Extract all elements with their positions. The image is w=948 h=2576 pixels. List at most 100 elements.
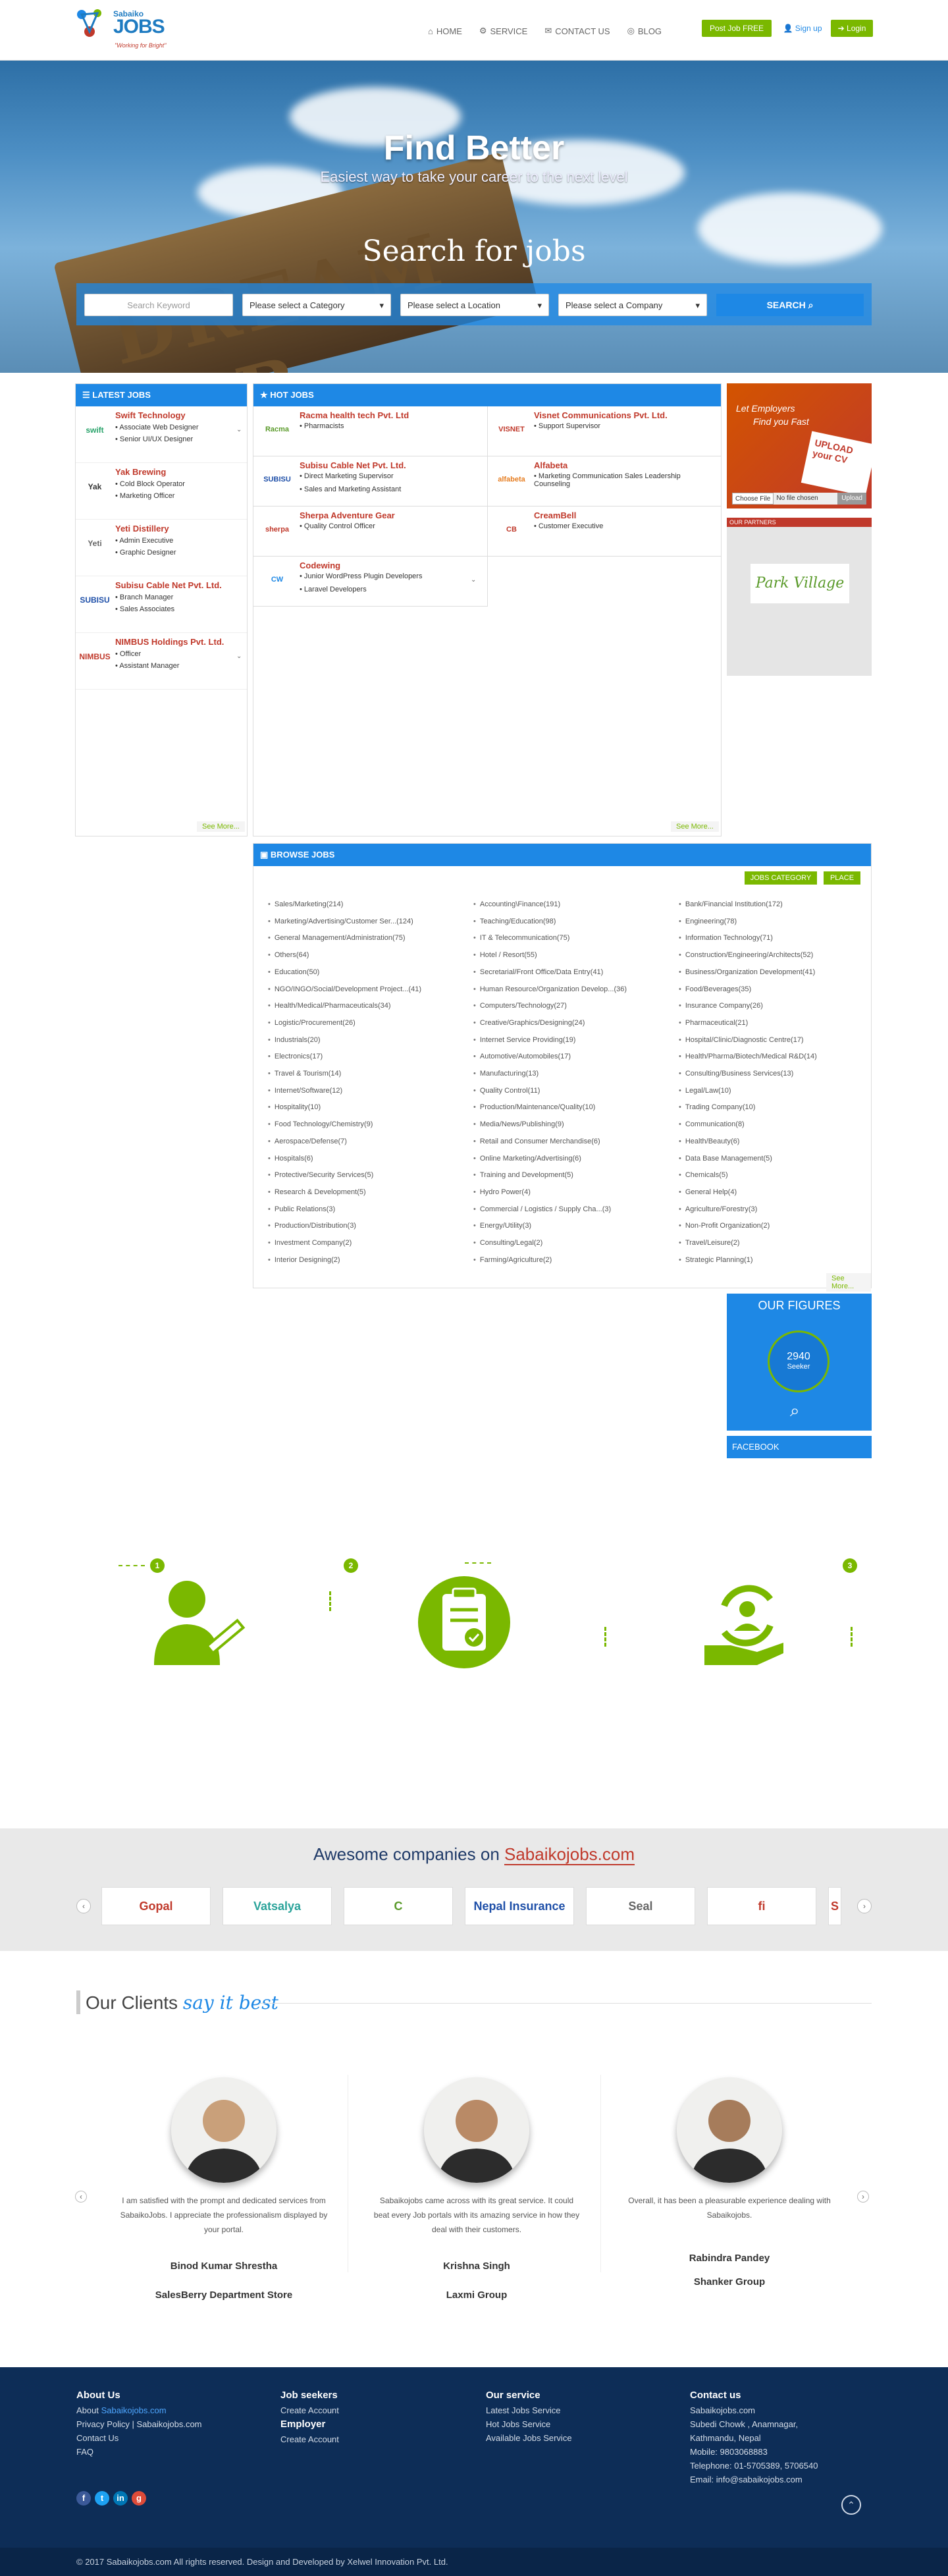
category-link[interactable]: Sales/Marketing(214) xyxy=(268,900,344,908)
list-item[interactable]: Yak Yak Brewing • Cold Block Operator • Mar… xyxy=(76,463,247,520)
category-link[interactable]: Manufacturing(13) xyxy=(473,1070,539,1078)
category-link[interactable]: Human Resource/Organization Develop...(3… xyxy=(473,985,627,993)
job-position-link[interactable]: • Branch Manager xyxy=(115,593,173,601)
category-link[interactable]: Teaching/Education(98) xyxy=(473,918,556,925)
job-position-link[interactable]: • Pharmacists xyxy=(300,422,477,430)
nav-service[interactable]: ⚙ SERVICE xyxy=(479,24,528,38)
category-select[interactable]: Please select a Category ▾ xyxy=(242,294,391,316)
clients-prev-icon[interactable]: ‹ xyxy=(75,2191,87,2203)
footer-create-account-link[interactable]: Create Account xyxy=(280,2403,339,2417)
category-link[interactable]: Quality Control(11) xyxy=(473,1087,540,1095)
tab-jobs-category[interactable]: JOBS CATEGORY xyxy=(745,871,817,885)
list-item[interactable]: swift Swift Technology • Associate Web Des… xyxy=(76,406,247,463)
category-link[interactable]: Production/Distribution(3) xyxy=(268,1222,356,1230)
category-link[interactable]: Automotive/Automobiles(17) xyxy=(473,1053,571,1060)
signup-button[interactable]: 👤 Sign up xyxy=(779,20,826,37)
company-logo-box[interactable]: S xyxy=(828,1887,841,1925)
category-link[interactable]: Pharmaceutical(21) xyxy=(679,1019,748,1027)
category-link[interactable]: Protective/Security Services(5) xyxy=(268,1171,373,1179)
company-name[interactable]: Yeti Distillery xyxy=(115,524,169,534)
category-link[interactable]: Online Marketing/Advertising(6) xyxy=(473,1155,581,1163)
footer-contact-line[interactable]: Email: info@sabaikojobs.com xyxy=(690,2473,818,2486)
job-position-link[interactable]: • Cold Block Operator xyxy=(115,480,185,488)
category-link[interactable]: Internet/Software(12) xyxy=(268,1087,342,1095)
category-link[interactable]: Education(50) xyxy=(268,968,320,976)
category-link[interactable]: Public Relations(3) xyxy=(268,1205,335,1213)
job-position-link[interactable]: • Customer Executive xyxy=(534,522,712,530)
company-logo-box[interactable]: C xyxy=(344,1887,453,1925)
category-link[interactable]: Training and Development(5) xyxy=(473,1171,573,1179)
category-link[interactable]: Production/Maintenance/Quality(10) xyxy=(473,1103,595,1111)
job-position-link[interactable]: • Associate Web Designer xyxy=(115,424,199,431)
category-link[interactable]: Hotel / Resort(55) xyxy=(473,951,537,959)
category-link[interactable]: Media/News/Publishing(9) xyxy=(473,1120,564,1128)
category-link[interactable]: Travel/Leisure(2) xyxy=(679,1239,740,1247)
footer-about-link[interactable]: About Sabaikojobs.com xyxy=(76,2403,202,2417)
category-link[interactable]: Logistic/Procurement(26) xyxy=(268,1019,356,1027)
category-link[interactable]: Non-Profit Organization(2) xyxy=(679,1222,770,1230)
company-select[interactable]: Please select a Company ▾ xyxy=(558,294,707,316)
company-name[interactable]: Racma health tech Pvt. Ltd xyxy=(300,410,409,420)
scroll-top-icon[interactable]: ⌃ xyxy=(841,2495,861,2515)
category-link[interactable]: Construction/Engineering/Architects(52) xyxy=(679,951,813,959)
category-link[interactable]: Consulting/Business Services(13) xyxy=(679,1070,793,1078)
company-logo-box[interactable]: Gopal xyxy=(101,1887,211,1925)
company-logo-box[interactable]: Seal xyxy=(586,1887,695,1925)
category-link[interactable]: Trading Company(10) xyxy=(679,1103,756,1111)
category-link[interactable]: Secretarial/Front Office/Data Entry(41) xyxy=(473,968,603,976)
category-link[interactable]: Data Base Management(5) xyxy=(679,1155,772,1163)
company-logo-box[interactable]: Nepal Insurance xyxy=(465,1887,574,1925)
job-position-link[interactable]: • Junior WordPress Plugin Developers xyxy=(300,572,477,580)
job-position-link[interactable]: • Quality Control Officer xyxy=(300,522,477,530)
footer-service-link[interactable]: Latest Jobs Service xyxy=(486,2403,572,2417)
job-position-link[interactable]: • Officer xyxy=(115,650,141,658)
category-link[interactable]: Health/Medical/Pharmaceuticals(34) xyxy=(268,1002,391,1010)
category-link[interactable]: Legal/Law(10) xyxy=(679,1087,731,1095)
category-link[interactable]: General Management/Administration(75) xyxy=(268,934,406,942)
category-link[interactable]: Farming/Agriculture(2) xyxy=(473,1256,552,1264)
category-link[interactable]: Electronics(17) xyxy=(268,1053,323,1060)
category-link[interactable]: Energy/Utility(3) xyxy=(473,1222,531,1230)
category-link[interactable]: Hospitality(10) xyxy=(268,1103,321,1111)
twitter-icon[interactable]: t xyxy=(95,2491,109,2506)
carousel-next-icon[interactable]: › xyxy=(857,1899,872,1913)
category-link[interactable]: Accounting\Finance(191) xyxy=(473,900,560,908)
job-position-link[interactable]: • Assistant Manager xyxy=(115,662,179,670)
browse-see-more[interactable]: See More... xyxy=(826,1273,871,1292)
post-job-button[interactable]: Post Job FREE xyxy=(702,20,772,37)
company-name[interactable]: Sherpa Adventure Gear xyxy=(300,510,395,520)
job-position-link[interactable]: • Direct Marketing Supervisor xyxy=(300,472,477,480)
location-select[interactable]: Please select a Location ▾ xyxy=(400,294,549,316)
category-link[interactable]: Health/Beauty(6) xyxy=(679,1137,740,1145)
list-item[interactable]: SUBISU Subisu Cable Net Pvt. Ltd. • Direct… xyxy=(253,456,488,507)
category-link[interactable]: Retail and Consumer Merchandise(6) xyxy=(473,1137,600,1145)
job-position-link[interactable]: • Sales Associates xyxy=(115,605,174,613)
footer-faq-link[interactable]: FAQ xyxy=(76,2445,202,2459)
job-position-link[interactable]: • Admin Executive xyxy=(115,537,173,545)
company-name[interactable]: Codewing xyxy=(300,561,340,570)
category-link[interactable]: Commercial / Logistics / Supply Cha...(3… xyxy=(473,1205,611,1213)
nav-blog[interactable]: ◎ BLOG xyxy=(627,24,662,38)
category-link[interactable]: Communication(8) xyxy=(679,1120,745,1128)
nav-home[interactable]: ⌂ HOME xyxy=(428,24,462,38)
list-item[interactable]: CB CreamBell • Customer Executive xyxy=(488,507,721,557)
keyword-input[interactable]: Search Keyword xyxy=(84,294,233,316)
category-link[interactable]: Creative/Graphics/Designing(24) xyxy=(473,1019,585,1027)
category-link[interactable]: Engineering(78) xyxy=(679,918,737,925)
job-position-link[interactable]: • Marketing Communication Sales Leadersh… xyxy=(534,472,712,488)
job-position-link[interactable]: • Marketing Officer xyxy=(115,492,174,500)
list-item[interactable]: SUBISU Subisu Cable Net Pvt. Ltd. • Branch… xyxy=(76,576,247,633)
choose-file-button[interactable]: Choose File xyxy=(732,493,774,505)
footer-employer-create-link[interactable]: Create Account xyxy=(280,2432,339,2446)
category-link[interactable]: General Help(4) xyxy=(679,1188,737,1196)
company-logo-box[interactable]: fi xyxy=(707,1887,816,1925)
category-link[interactable]: Investment Company(2) xyxy=(268,1239,352,1247)
list-item[interactable]: Racma Racma health tech Pvt. Ltd • Pharmac… xyxy=(253,406,488,456)
latest-jobs-see-more[interactable]: See More... xyxy=(197,821,245,832)
chevron-down-icon[interactable]: ⌄ xyxy=(236,426,242,433)
job-position-link[interactable]: • Sales and Marketing Assistant xyxy=(300,485,477,493)
linkedin-icon[interactable]: in xyxy=(113,2491,128,2506)
clients-next-icon[interactable]: › xyxy=(857,2191,869,2203)
category-link[interactable]: Consulting/Legal(2) xyxy=(473,1239,542,1247)
job-position-link[interactable]: • Laravel Developers xyxy=(300,586,477,593)
